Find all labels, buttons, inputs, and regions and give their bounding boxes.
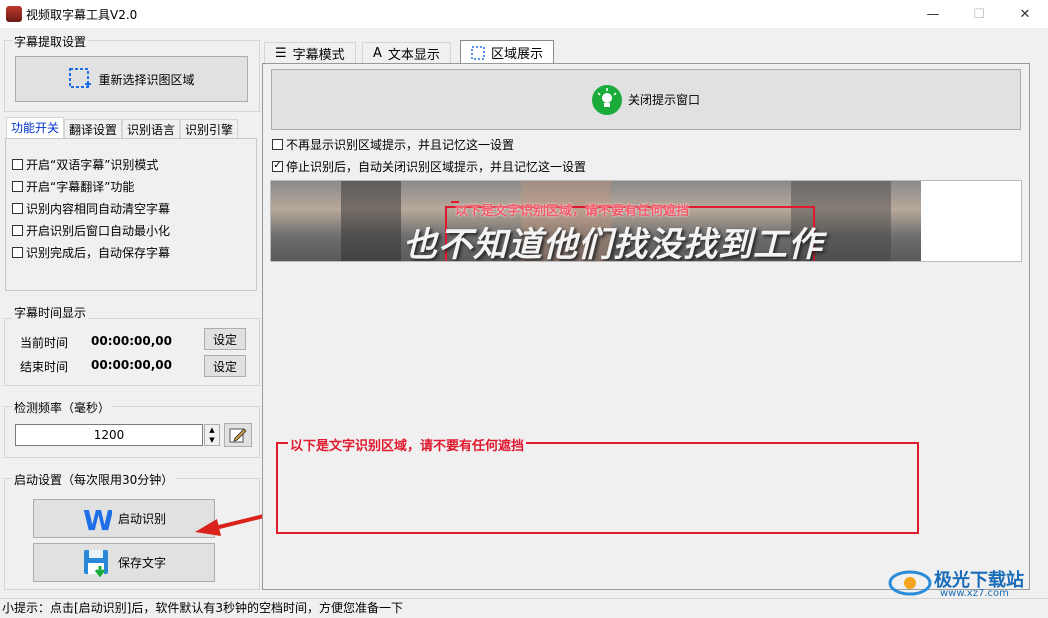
svg-text:W: W [83, 505, 112, 533]
frequency-value: 1200 [93, 428, 125, 442]
minimize-button[interactable]: — [910, 0, 956, 28]
recognition-region-box: 以下是文字识别区域，请不要有任何遮挡 [276, 435, 919, 534]
frequency-input[interactable]: 1200 [15, 424, 203, 446]
region-notice: 以下是文字识别区域，请不要有任何遮挡 [288, 435, 527, 454]
edit-frequency-button[interactable] [224, 423, 252, 447]
option-auto-save[interactable]: 识别完成后，自动保存字幕 [12, 241, 170, 263]
checkbox[interactable] [12, 180, 23, 192]
set-current-time-button[interactable]: 设定 [204, 328, 246, 350]
checkbox[interactable] [12, 158, 23, 170]
checkbox[interactable] [272, 138, 283, 150]
window-title: 视频取字幕工具V2.0 [26, 8, 138, 22]
option-list: 开启“双语字幕”识别模式 开启“字幕翻译”功能 识别内容相同自动清空字幕 开启识… [12, 153, 170, 263]
edit-icon [229, 428, 247, 443]
end-time-label: 结束时间 [20, 360, 69, 374]
region-icon [471, 45, 485, 60]
right-option-list: 不再显示识别区域提示，并且记忆这一设置 ✓ 停止识别后，自动关闭识别区域提示，并且… [272, 133, 586, 177]
close-tip-window-button[interactable]: 关闭提示窗口 [271, 69, 1021, 130]
frequency-stepper[interactable]: ▲ ▼ [204, 424, 220, 446]
tab-text-display[interactable]: A 文本显示 [362, 42, 451, 64]
start-settings-label: 启动设置（每次限用30分钟） [12, 471, 176, 488]
close-button[interactable]: ✕ [1002, 0, 1048, 28]
checkbox[interactable] [12, 246, 23, 258]
watermark-logo-icon [888, 570, 932, 596]
option-hide-region-tip[interactable]: 不再显示识别区域提示，并且记忆这一设置 [272, 133, 586, 155]
preview-subtitle: 也不知道他们找没找到工作 [403, 225, 823, 261]
save-text-button[interactable]: 保存文字 [33, 543, 215, 582]
feature-switch-panel: 开启“双语字幕”识别模式 开启“字幕翻译”功能 识别内容相同自动清空字幕 开启识… [5, 138, 257, 291]
current-time-label: 当前时间 [20, 336, 69, 350]
checkbox-checked[interactable]: ✓ [272, 160, 283, 172]
maximize-button[interactable]: ☐ [956, 0, 1002, 28]
frequency-label: 检测频率（毫秒） [12, 399, 113, 416]
tab-region-display[interactable]: 区域展示 [460, 40, 555, 64]
watermark: 极光下载站 www.xz7.com [888, 566, 1048, 602]
checkbox[interactable] [12, 224, 23, 236]
option-translate[interactable]: 开启“字幕翻译”功能 [12, 175, 170, 197]
app-icon [6, 6, 22, 22]
option-bilingual[interactable]: 开启“双语字幕”识别模式 [12, 153, 170, 175]
word-w-icon: W [83, 505, 112, 533]
time-display-label: 字幕时间显示 [12, 304, 89, 321]
start-recognition-label: 启动识别 [117, 512, 166, 526]
end-time-value: 00:00:00,00 [91, 358, 172, 372]
list-icon: ☰ [275, 46, 287, 61]
close-tip-window-label: 关闭提示窗口 [627, 93, 700, 107]
option-auto-minimize[interactable]: 开启识别后窗口自动最小化 [12, 219, 170, 241]
text-a-icon: A [373, 46, 382, 61]
reselect-region-button[interactable]: 重新选择识图区域 [15, 56, 248, 102]
status-bar: 小提示：点击[启动识别]后，软件默认有3秒钟的空档时间，方便您准备一下 [0, 598, 1048, 618]
video-frame-image: 以下是文字识别区域，请不要有任何遮挡 也不知道他们找没找到工作 [271, 181, 921, 261]
tab-subtitle-mode[interactable]: ☰ 字幕模式 [264, 42, 356, 64]
status-tip: 小提示：点击[启动识别]后，软件默认有3秒钟的空档时间，方便您准备一下 [2, 601, 404, 615]
set-end-time-button[interactable]: 设定 [204, 355, 246, 377]
title-bar: 视频取字幕工具V2.0 — ☐ ✕ [0, 0, 1048, 28]
region-preview: 以下是文字识别区域，请不要有任何遮挡 也不知道他们找没找到工作 [270, 180, 1022, 262]
current-time-value: 00:00:00,00 [91, 334, 172, 348]
save-disk-icon [83, 549, 108, 577]
checkbox[interactable] [12, 202, 23, 214]
option-auto-close-region-tip[interactable]: ✓ 停止识别后，自动关闭识别区域提示，并且记忆这一设置 [272, 155, 586, 177]
lightbulb-icon [591, 84, 622, 115]
reselect-region-label: 重新选择识图区域 [98, 72, 195, 87]
region-select-icon [69, 68, 92, 88]
save-text-label: 保存文字 [117, 556, 166, 570]
start-recognition-button[interactable]: W 启动识别 [33, 499, 215, 538]
option-auto-clear[interactable]: 识别内容相同自动清空字幕 [12, 197, 170, 219]
extract-settings-label: 字幕提取设置 [12, 33, 89, 50]
